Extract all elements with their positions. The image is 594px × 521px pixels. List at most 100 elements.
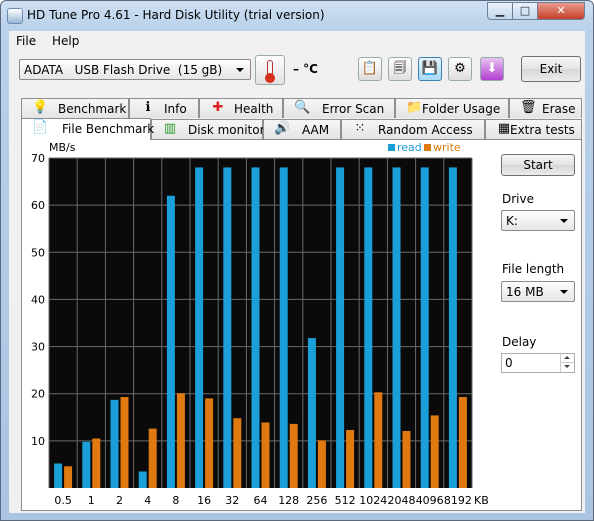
- file-length-select[interactable]: 16 MB: [501, 281, 575, 302]
- write-bar: [346, 430, 355, 488]
- toolbar: ADATA USB Flash Drive (15 gB) – °C 📋 🗐 💾…: [9, 51, 585, 91]
- drive-select[interactable]: K:: [501, 210, 575, 231]
- y-tick-label: 60: [31, 199, 45, 212]
- tab-erase[interactable]: 🗑 Erase: [509, 98, 582, 118]
- write-bar: [289, 423, 298, 488]
- write-bar: [374, 392, 383, 488]
- chevron-down-icon: [560, 219, 568, 223]
- x-tick-label: 2048: [388, 494, 416, 507]
- drive-dropdown[interactable]: ADATA USB Flash Drive (15 gB): [19, 59, 251, 80]
- tab-folder-usage[interactable]: 📁 Folder Usage: [395, 98, 509, 118]
- write-bar: [430, 415, 439, 488]
- copy-text-icon[interactable]: 📋: [358, 57, 382, 81]
- file-length-value: 16 MB: [506, 285, 544, 299]
- menu-help[interactable]: Help: [52, 34, 79, 48]
- benchmark-icon: 💡: [32, 100, 49, 115]
- copy-screenshot-icon[interactable]: 🗐: [388, 57, 412, 81]
- x-tick-label: 1: [88, 494, 95, 507]
- read-bar: [110, 399, 119, 488]
- folder-icon: 📁: [406, 100, 423, 115]
- x-tick-label: 1024: [359, 494, 387, 507]
- write-bar: [176, 393, 185, 488]
- temperature-readout: – °C: [293, 62, 318, 76]
- chevron-down-icon: [560, 290, 568, 294]
- read-bar: [392, 167, 401, 488]
- tab-extra-tests[interactable]: ▦ Extra tests: [485, 119, 582, 139]
- read-bar: [166, 195, 175, 488]
- x-tick-label: 8: [172, 494, 179, 507]
- x-tick-label: 32: [225, 494, 239, 507]
- disk-monitor-icon: ▥: [163, 121, 177, 136]
- y-tick-label: 70: [31, 152, 45, 165]
- tab-aam[interactable]: 🔊 AAM: [263, 119, 341, 139]
- write-bar: [261, 422, 270, 488]
- x-tick-label: 64: [254, 494, 268, 507]
- thermometer-icon: [255, 55, 285, 85]
- delay-value: 0: [505, 356, 513, 370]
- delay-spinner[interactable]: 0: [501, 353, 575, 373]
- tab-error-scan[interactable]: 🔍 Error Scan: [283, 98, 395, 118]
- write-bar: [233, 418, 242, 488]
- y-tick-label: 50: [31, 246, 45, 259]
- legend-read-swatch: [388, 144, 395, 151]
- y-tick-label: 40: [31, 293, 45, 306]
- write-bar: [402, 430, 411, 488]
- y-tick-label: 20: [31, 388, 45, 401]
- drive-label: Drive: [502, 192, 534, 206]
- options-icon[interactable]: ⚙: [448, 57, 472, 81]
- speaker-icon: 🔊: [274, 121, 291, 136]
- write-bar: [458, 397, 467, 488]
- tab-label: Erase: [542, 102, 576, 116]
- menu-file[interactable]: File: [16, 34, 36, 48]
- minimize-button[interactable]: ▁: [487, 2, 513, 20]
- title-bar[interactable]: HD Tune Pro 4.61 - Hard Disk Utility (tr…: [1, 1, 593, 29]
- legend-write-label: write: [433, 141, 461, 154]
- drive-select-value: K:: [506, 214, 518, 228]
- x-tick-label: 0.5: [54, 494, 72, 507]
- drive-dropdown-value: ADATA USB Flash Drive (15 gB): [24, 63, 223, 77]
- write-bar: [120, 397, 129, 488]
- spin-up-button[interactable]: [560, 354, 574, 363]
- trash-icon: 🗑: [520, 100, 537, 115]
- tab-label: Error Scan: [322, 102, 385, 116]
- read-bar: [54, 463, 63, 488]
- close-button[interactable]: ✕: [537, 2, 585, 20]
- tab-label: Benchmark: [58, 102, 127, 116]
- tab-disk-monitor[interactable]: ▥ Disk monitor: [151, 119, 265, 139]
- read-bar: [307, 338, 316, 488]
- tab-label: Folder Usage: [422, 102, 501, 116]
- x-tick-label: 4: [144, 494, 151, 507]
- read-bar: [279, 167, 288, 488]
- save-icon[interactable]: 💾: [418, 57, 442, 81]
- read-bar: [448, 167, 457, 488]
- x-tick-label: 4096: [416, 494, 444, 507]
- write-bar: [205, 398, 214, 488]
- y-tick-label: 30: [31, 341, 45, 354]
- start-button[interactable]: Start: [501, 154, 575, 176]
- app-icon: [7, 8, 23, 24]
- app-window: HD Tune Pro 4.61 - Hard Disk Utility (tr…: [0, 0, 594, 521]
- exit-button[interactable]: Exit: [521, 56, 581, 82]
- file-length-label: File length: [502, 262, 565, 276]
- legend-read-label: read: [397, 141, 422, 154]
- spin-down-button[interactable]: [560, 363, 574, 372]
- tab-random-access[interactable]: ⁙ Random Access: [341, 119, 485, 139]
- chevron-down-icon: [236, 68, 244, 72]
- tab-info[interactable]: ℹ Info: [129, 98, 199, 118]
- x-tick-label: 128: [278, 494, 299, 507]
- tab-label: File Benchmark: [62, 122, 155, 136]
- x-unit-label: KB: [474, 494, 489, 507]
- info-icon: ℹ: [145, 100, 151, 115]
- window-title: HD Tune Pro 4.61 - Hard Disk Utility (tr…: [27, 8, 325, 22]
- error-scan-icon: 🔍: [294, 100, 311, 115]
- tab-file-benchmark[interactable]: 📄 File Benchmark: [21, 118, 155, 140]
- legend-write-swatch: [424, 144, 431, 151]
- tab-health[interactable]: ✚ Health: [199, 98, 283, 118]
- write-bar: [148, 428, 157, 488]
- tab-benchmark[interactable]: 💡 Benchmark: [21, 98, 129, 118]
- maximize-button[interactable]: □: [512, 2, 538, 20]
- x-tick-label: 8192: [444, 494, 472, 507]
- y-tick-label: 10: [31, 435, 45, 448]
- file-benchmark-icon: 📄: [32, 120, 49, 135]
- download-icon[interactable]: ⬇: [480, 57, 504, 81]
